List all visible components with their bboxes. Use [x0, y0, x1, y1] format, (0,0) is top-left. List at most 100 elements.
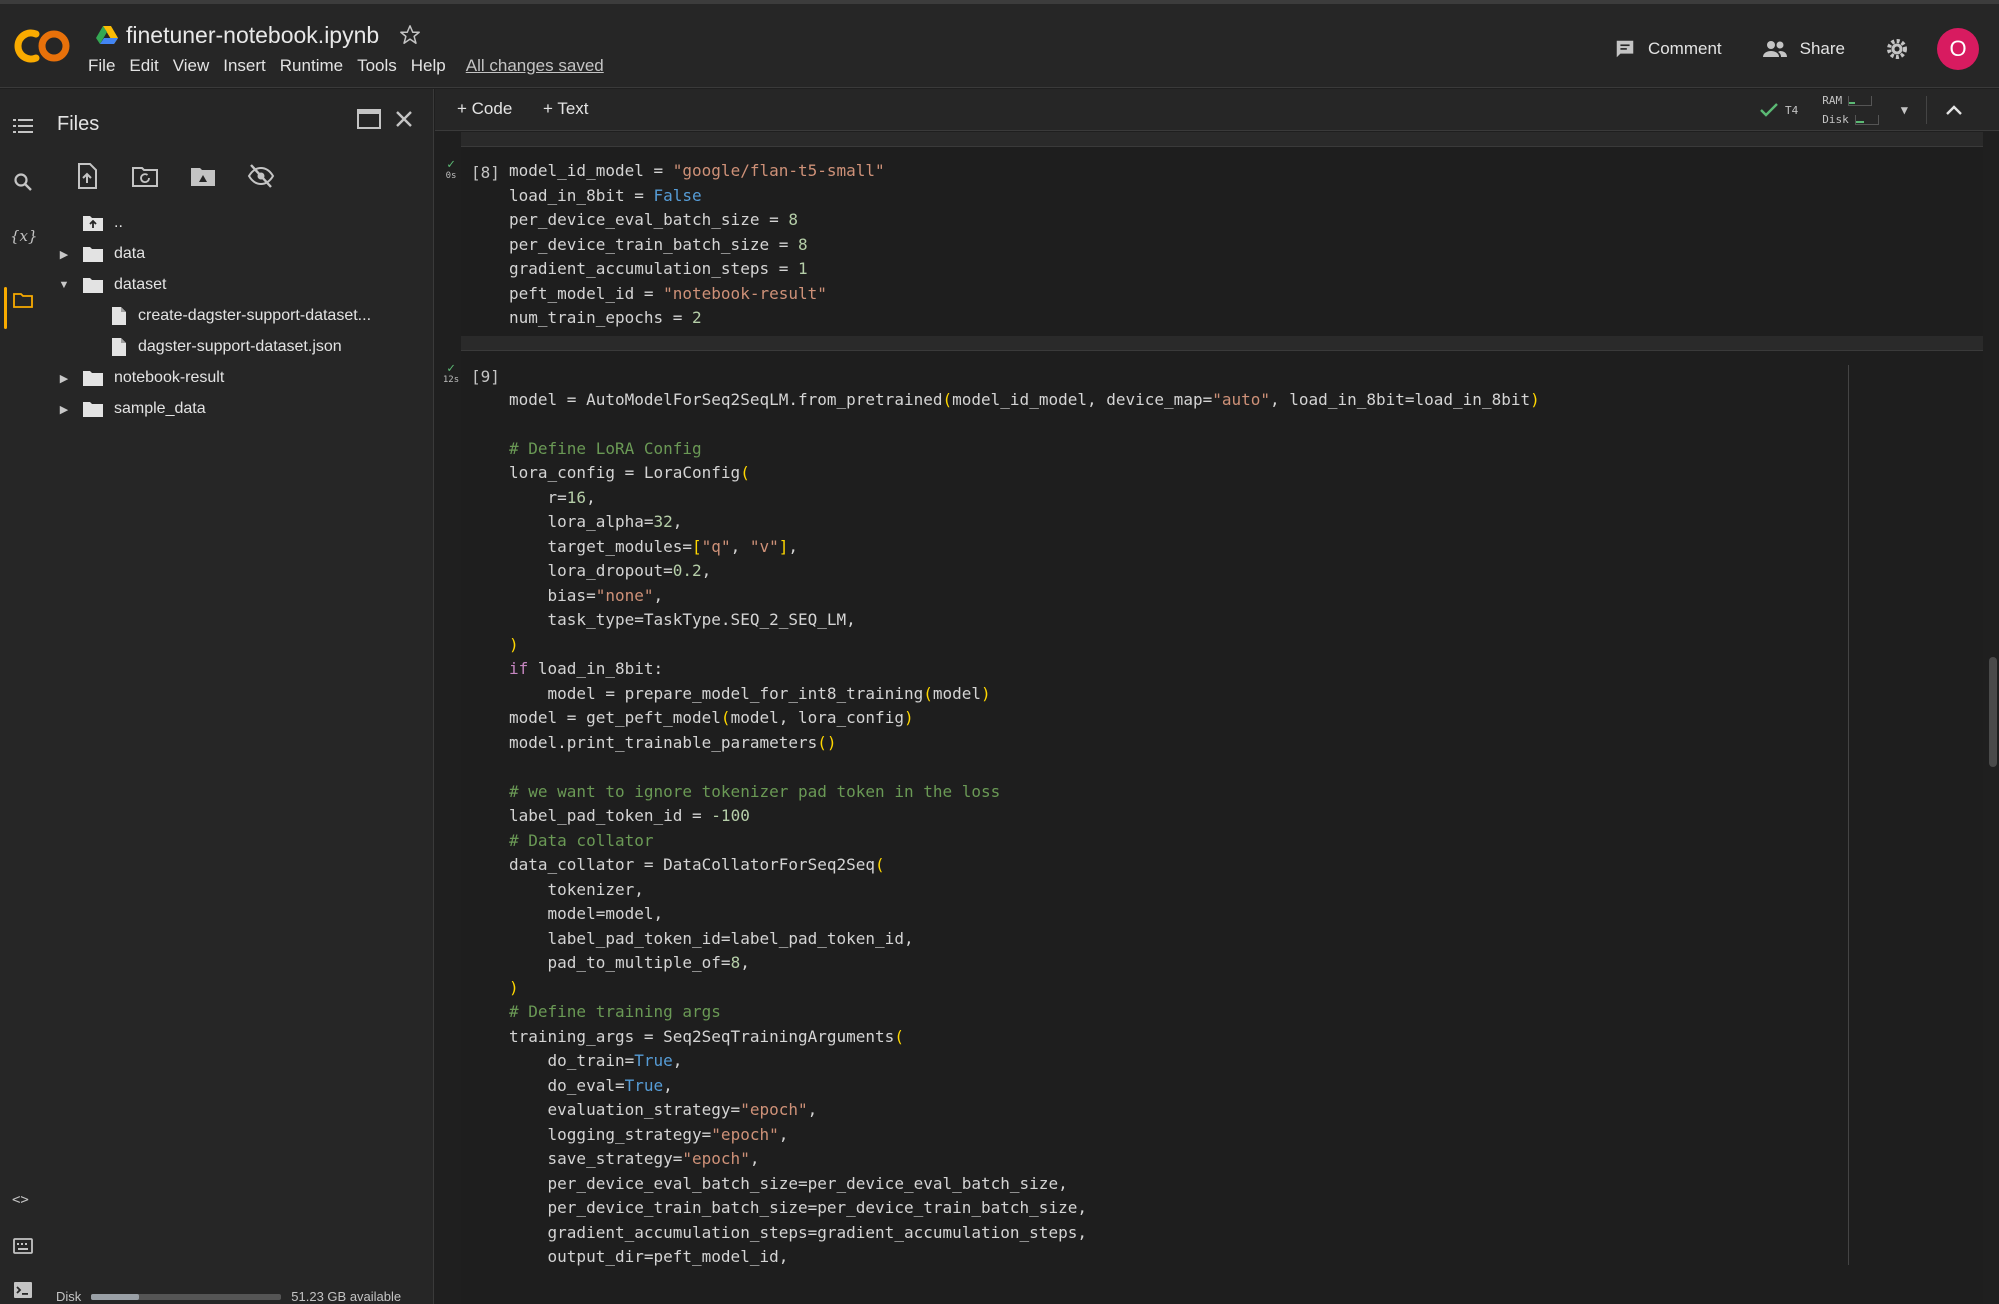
star-icon[interactable]	[399, 24, 421, 46]
avatar[interactable]: O	[1937, 28, 1979, 70]
menu-tools[interactable]: Tools	[357, 56, 409, 76]
notebook-cells: ✓ 0s [8] model_id_model = "google/flan-t…	[435, 132, 1999, 1304]
refresh-folder-icon[interactable]	[130, 161, 160, 191]
check-icon: ✓	[447, 157, 455, 172]
tree-item-data[interactable]: ▶ data	[56, 240, 145, 268]
code-line: task_type=TaskType.SEQ_2_SEQ_LM,	[509, 610, 856, 629]
code-line: data_collator = DataCollatorForSeq2Seq(	[509, 855, 885, 874]
tree-item-dataset[interactable]: ▼ dataset	[56, 271, 166, 299]
menu-runtime[interactable]: Runtime	[280, 56, 355, 76]
caret-right-icon[interactable]: ▶	[56, 403, 72, 416]
caret-down-icon[interactable]: ▼	[56, 279, 72, 291]
tree-item-create-dataset-file[interactable]: create-dagster-support-dataset...	[110, 302, 371, 330]
title-row: finetuner-notebook.ipynb	[96, 18, 421, 52]
close-icon[interactable]	[392, 107, 416, 131]
code-line: per_device_eval_batch_size=per_device_ev…	[509, 1173, 1068, 1193]
disk-usage: Disk 51.23 GB available	[56, 1289, 401, 1304]
share-label: Share	[1799, 39, 1845, 58]
open-in-window-icon[interactable]	[356, 107, 382, 131]
disk-usage-fill	[91, 1293, 139, 1300]
code-line: model_id_model = "google/flan-t5-small"	[509, 161, 885, 180]
menu-edit[interactable]: Edit	[129, 56, 170, 76]
code-editor[interactable]: model_id_model = "google/flan-t5-small" …	[509, 159, 885, 331]
chevron-down-icon[interactable]: ▼	[1901, 103, 1908, 117]
check-icon: ✓	[447, 361, 455, 376]
connected-check-icon	[1760, 103, 1778, 117]
execution-status: ✓ 12s	[441, 361, 461, 385]
table-of-contents-icon[interactable]	[12, 115, 34, 137]
tree-item-notebook-result[interactable]: ▶ notebook-result	[56, 364, 224, 392]
code-line: model = prepare_model_for_int8_training(…	[509, 683, 991, 703]
code-line: bias="none",	[509, 585, 664, 605]
add-text-button[interactable]: + Text	[543, 99, 589, 119]
tree-item-dataset-json[interactable]: dagster-support-dataset.json	[110, 333, 342, 361]
app-header: finetuner-notebook.ipynb File Edit View …	[0, 4, 1999, 88]
active-indicator	[4, 287, 7, 329]
code-snippets-icon[interactable]: <>	[12, 1192, 34, 1214]
code-line: # Define training args	[509, 1002, 721, 1021]
caret-right-icon[interactable]: ▶	[56, 248, 72, 261]
code-cell-8[interactable]: ✓ 0s [8] model_id_model = "google/flan-t…	[446, 146, 1983, 336]
code-line: lora_config = LoraConfig(	[509, 463, 750, 482]
code-line: gradient_accumulation_steps=gradient_acc…	[509, 1222, 1087, 1242]
menu-help[interactable]: Help	[411, 56, 458, 76]
people-icon	[1762, 41, 1787, 57]
menu-file[interactable]: File	[88, 56, 127, 76]
code-line: save_strategy="epoch",	[509, 1149, 760, 1168]
notebook-title[interactable]: finetuner-notebook.ipynb	[126, 22, 379, 49]
code-line: tokenizer,	[509, 879, 644, 899]
code-line: evaluation_strategy="epoch",	[509, 1100, 818, 1119]
scrollbar-thumb[interactable]	[1989, 657, 1997, 767]
command-palette-icon[interactable]	[12, 1235, 34, 1257]
tree-item-label: dagster-support-dataset.json	[138, 338, 342, 355]
variables-icon[interactable]: {x}	[10, 227, 38, 249]
files-panel: Files .. ▶ data ▼ dataset create-dagster…	[44, 89, 434, 1304]
folder-icon[interactable]	[12, 289, 34, 311]
menu-view[interactable]: View	[173, 56, 222, 76]
code-line: num_train_epochs = 2	[509, 308, 702, 327]
share-button[interactable]: Share	[1762, 38, 1845, 60]
files-panel-title: Files	[57, 113, 100, 135]
cell-gap	[461, 336, 1983, 350]
comment-icon	[1616, 40, 1634, 58]
menu-insert[interactable]: Insert	[223, 56, 278, 76]
upload-file-icon[interactable]	[72, 161, 102, 191]
notebook-toolbar: + Code + Text T4 RAM Disk ▼	[435, 89, 1999, 131]
folder-icon	[83, 371, 103, 386]
disk-label: Disk	[56, 1289, 82, 1304]
disk-usage-bar	[91, 1293, 282, 1300]
execution-status: ✓ 0s	[441, 157, 461, 181]
tree-item-sample-data[interactable]: ▶ sample_data	[56, 395, 206, 423]
colab-logo-icon[interactable]	[14, 26, 72, 66]
gear-icon[interactable]	[1885, 37, 1909, 61]
folder-icon	[83, 247, 103, 262]
code-line: )	[509, 977, 519, 997]
code-cell-9[interactable]: ✓ 12s [9] model = AutoModelForSeq2SeqLM.…	[443, 350, 1983, 1304]
caret-right-icon[interactable]: ▶	[56, 372, 72, 385]
tree-item-label: data	[114, 245, 146, 262]
terminal-icon[interactable]	[12, 1279, 34, 1301]
folder-icon	[83, 278, 103, 293]
hide-files-icon[interactable]	[246, 161, 276, 191]
tree-item-parent[interactable]: ..	[82, 209, 123, 237]
code-editor[interactable]: model = AutoModelForSeq2SeqLM.from_pretr…	[509, 363, 1540, 1270]
runtime-resources[interactable]: T4 RAM Disk ▼	[1759, 91, 1963, 129]
add-code-button[interactable]: + Code	[457, 99, 512, 119]
code-line: pad_to_multiple_of=8,	[509, 953, 750, 972]
chevron-up-icon[interactable]	[1945, 103, 1963, 117]
save-status[interactable]: All changes saved	[466, 56, 604, 76]
code-line: # we want to ignore tokenizer pad token …	[509, 781, 1001, 801]
folder-icon	[83, 402, 103, 417]
disk-meter	[1854, 115, 1879, 125]
tree-item-label: sample_data	[114, 400, 206, 417]
cell-gap	[461, 132, 1983, 146]
file-icon	[112, 307, 126, 325]
code-line: model=model,	[509, 904, 664, 923]
comment-button[interactable]: Comment	[1614, 38, 1722, 60]
code-line: )	[509, 634, 519, 654]
search-icon[interactable]	[12, 171, 34, 193]
mount-drive-icon[interactable]	[188, 161, 218, 191]
execution-count: [8]	[471, 163, 500, 182]
